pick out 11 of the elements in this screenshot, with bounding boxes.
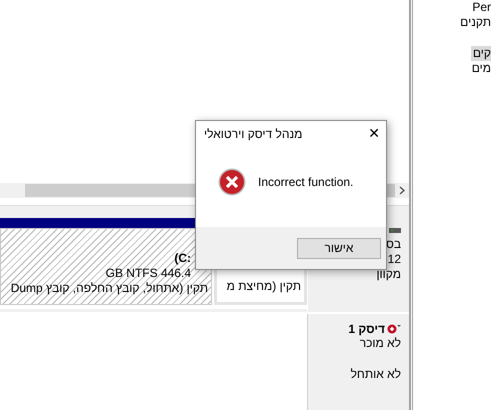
partition-text: תקין (אתחול, קובץ החלפה, קובץ Dump [10,281,208,296]
error-message: Incorrect function. [258,175,354,189]
disk-state: לא אותחל [350,367,401,382]
partition-text: (C: [173,251,192,266]
disk-label-text: 12 [388,252,401,267]
dialog-title: מנהל דיסק וירטואלי [204,127,302,141]
disk-label-text: מקוון [376,267,401,282]
partition-text: GB NTFS 446.4 [104,266,192,281]
disk-label-text: בס [386,237,401,252]
disk-status: לא מוכר [360,336,401,351]
disk-name: דיסק 1 [348,322,385,336]
